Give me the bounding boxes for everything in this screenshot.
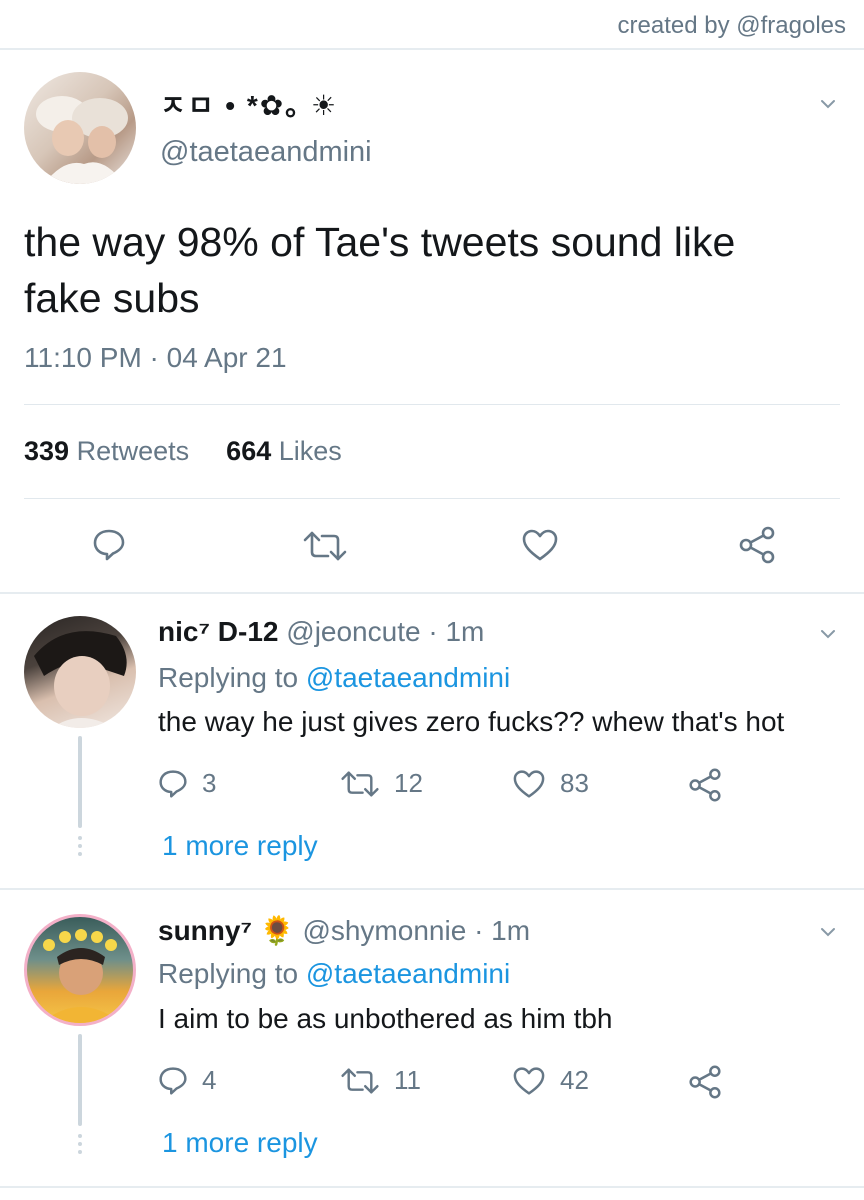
thread-dots-2	[78, 1134, 82, 1158]
reply-1-like-action[interactable]: 83	[512, 768, 589, 799]
reply-1-handle[interactable]: @jeoncute	[286, 616, 420, 647]
share-icon[interactable]	[738, 526, 776, 564]
heart-icon[interactable]	[512, 769, 546, 799]
retweet-icon[interactable]	[340, 770, 380, 798]
header-divider	[0, 48, 864, 50]
reply-2-header: sunny⁷ 🌻 @shymonnie · 1m	[158, 914, 530, 947]
reply-1-replying-to: Replying to @taetaeandmini	[158, 662, 510, 694]
reply-1-display-name[interactable]: nic⁷ D-12	[158, 616, 278, 647]
stats-top-divider	[24, 404, 840, 405]
reply-2-handle[interactable]: @shymonnie	[302, 915, 466, 946]
reply-1-time: · 1m	[428, 616, 485, 647]
reply-2-time: · 1m	[474, 915, 531, 946]
heart-icon[interactable]	[521, 528, 559, 562]
avatar-reply-2-image	[41, 929, 121, 1023]
reply-1-reply-count: 3	[202, 768, 217, 798]
retweets-count[interactable]: 339	[24, 436, 69, 466]
reply-2-retweet-count: 11	[394, 1065, 421, 1095]
avatar-reply-2[interactable]	[24, 914, 136, 1026]
credit-text: created by @fragoles	[617, 12, 846, 39]
share-icon[interactable]	[688, 768, 722, 802]
reply-2-like-count: 42	[560, 1065, 589, 1095]
thread-line-2	[78, 1034, 82, 1126]
main-bottom-divider	[0, 592, 864, 594]
avatar-reply-1-image	[34, 631, 127, 728]
reply-2-like-action[interactable]: 42	[512, 1065, 589, 1096]
replying-to-label: Replying to	[158, 662, 299, 693]
replying-to-label: Replying to	[158, 958, 299, 989]
reply-2-reply-action[interactable]: 4	[158, 1065, 216, 1096]
reply-1-like-count: 83	[560, 768, 589, 798]
reply-2-divider	[0, 1186, 864, 1188]
reply-1-text: the way he just gives zero fucks?? whew …	[158, 706, 785, 737]
avatar-main[interactable]	[24, 72, 136, 184]
handle[interactable]: @taetaeandmini	[160, 136, 372, 169]
reply-2-display-name[interactable]: sunny⁷ 🌻	[158, 915, 295, 946]
reply-2-replying-to: Replying to @taetaeandmini	[158, 958, 510, 990]
reply-icon[interactable]	[158, 769, 188, 799]
share-icon[interactable]	[688, 1065, 722, 1099]
display-name[interactable]: ㅈㅁ • *✿｡ ☀	[160, 84, 338, 124]
reply-icon[interactable]	[158, 1066, 188, 1096]
replying-to-handle[interactable]: @taetaeandmini	[306, 662, 510, 693]
reply-1-divider	[0, 888, 864, 890]
reply-1-more-replies-link[interactable]: 1 more reply	[162, 830, 318, 862]
reply-2-reply-count: 4	[202, 1065, 217, 1095]
chevron-down-icon[interactable]	[820, 626, 836, 642]
stats-row: 339 Retweets 664 Likes	[24, 436, 342, 467]
stats-bottom-divider	[24, 498, 840, 499]
reply-2-text: I aim to be as unbothered as him tbh	[158, 1003, 613, 1034]
chevron-down-icon[interactable]	[820, 96, 836, 112]
heart-icon[interactable]	[512, 1066, 546, 1096]
reply-1-reply-action[interactable]: 3	[158, 768, 216, 799]
replying-to-handle[interactable]: @taetaeandmini	[306, 958, 510, 989]
thread-line-1	[78, 736, 82, 828]
reply-1-retweet-count: 12	[394, 768, 423, 798]
reply-2-more-replies-link[interactable]: 1 more reply	[162, 1127, 318, 1159]
tweet-text: the way 98% of Tae's tweets sound like f…	[24, 219, 736, 321]
likes-count[interactable]: 664	[226, 436, 271, 466]
retweets-label[interactable]: Retweets	[77, 436, 190, 466]
tweet-timestamp[interactable]: 11:10 PM · 04 Apr 21	[24, 342, 287, 374]
reply-1-retweet-action[interactable]: 12	[340, 768, 423, 799]
reply-2-retweet-action[interactable]: 11	[340, 1065, 421, 1096]
reply-icon[interactable]	[92, 528, 126, 562]
thread-dots-1	[78, 836, 82, 860]
likes-label[interactable]: Likes	[279, 436, 342, 466]
retweet-icon[interactable]	[340, 1067, 380, 1095]
reply-1-header: nic⁷ D-12 @jeoncute · 1m	[158, 616, 484, 648]
avatar-reply-1[interactable]	[24, 616, 136, 728]
chevron-down-icon[interactable]	[820, 924, 836, 940]
avatar-main-image	[36, 96, 128, 184]
retweet-icon[interactable]	[302, 530, 348, 562]
